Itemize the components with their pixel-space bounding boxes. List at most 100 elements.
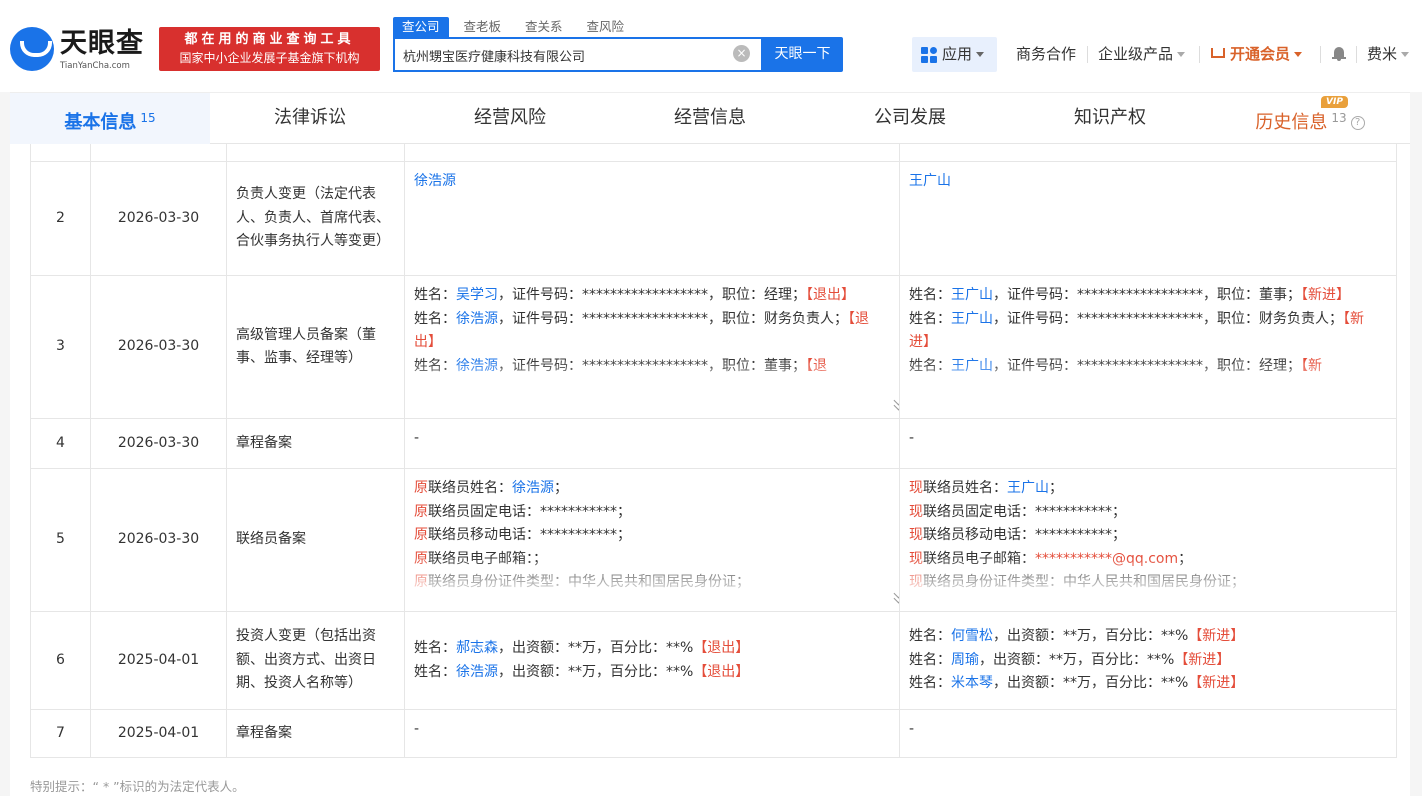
person-link[interactable]: 徐浩源 [414, 173, 456, 189]
help-icon[interactable]: ? [1350, 116, 1365, 130]
clear-icon[interactable]: × [733, 45, 750, 62]
grid-icon [921, 47, 937, 63]
after-change: 现联络员姓名：王广山； 现联络员固定电话：***********； 现联络员移动… [900, 469, 1397, 611]
row-number: 7 [30, 710, 91, 757]
before-change: 姓名：郝志森，出资额：**万，百分比：**%【退出】 姓名：徐浩源，出资额：**… [405, 612, 900, 709]
before-change: 原联络员姓名：徐浩源； 原联络员固定电话：***********； 原联络员移动… [405, 469, 900, 611]
row-number: 3 [30, 276, 91, 418]
after-change: - [900, 710, 1397, 757]
change-date: 2026-03-30 [91, 469, 227, 611]
person-link[interactable]: 徐浩源 [456, 358, 498, 374]
main-content: 2 2026-03-30 负责人变更（法定代表人、负责人、首席代表、合伙事务执行… [10, 144, 1410, 796]
tab-label: 历史信息 [1255, 112, 1328, 133]
table-row [30, 144, 1397, 162]
search-tab-risk[interactable]: 查风险 [578, 17, 634, 37]
apps-menu[interactable]: 应用 [912, 37, 997, 72]
person-link[interactable]: 吴学习 [456, 287, 498, 303]
person-link[interactable]: 何雪松 [951, 628, 993, 644]
apps-label: 应用 [942, 45, 973, 63]
tab-basic-info[interactable]: 基本信息 15 [10, 93, 210, 144]
tab-legal[interactable]: 法律诉讼 [210, 93, 410, 144]
exit-tag: 【退出】 [693, 640, 750, 656]
logo[interactable]: 天眼查 TianYanCha.com [10, 27, 150, 75]
change-date: 2025-04-01 [91, 710, 227, 757]
expand-icon[interactable] [893, 592, 899, 604]
new-tag: 【新进】 [1188, 675, 1245, 692]
search-box: × [393, 37, 763, 72]
person-link[interactable]: 周瑜 [951, 652, 979, 668]
slogan-banner[interactable]: 都在用的商业查询工具 国家中小企业发展子基金旗下机构 [159, 27, 380, 71]
change-date: 2026-03-30 [91, 419, 227, 468]
email-value: ***********@qq.com [1035, 550, 1179, 567]
nav-divider [1087, 46, 1088, 63]
before-change: 姓名：吴学习，证件号码：******************，职位：经理；【退出… [405, 276, 900, 418]
exit-tag: 【退出】 [806, 287, 855, 303]
nav-divider [1199, 46, 1200, 63]
tab-development[interactable]: 公司发展 [810, 93, 1010, 144]
crown-icon [1211, 47, 1225, 58]
business-link[interactable]: 商务合作 [1016, 37, 1076, 72]
change-item: 章程备案 [227, 419, 405, 468]
new-tag: 【新进】 [1188, 628, 1245, 645]
person-link[interactable]: 徐浩源 [456, 664, 498, 680]
chevron-down-icon [1401, 52, 1410, 57]
enterprise-menu[interactable]: 企业级产品 [1098, 37, 1186, 72]
search-type-tabs: 查公司 查老板 查关系 查风险 [393, 17, 639, 37]
person-link[interactable]: 徐浩源 [512, 480, 554, 496]
bell-icon[interactable] [1332, 46, 1346, 61]
person-link[interactable]: 王广山 [951, 311, 993, 327]
row-number: 4 [30, 419, 91, 468]
after-change: 姓名：王广山，证件号码：******************，职位：董事；【新进… [900, 276, 1397, 418]
nav-divider [1356, 46, 1357, 63]
vip-label: 开通会员 [1230, 45, 1291, 63]
change-item: 投资人变更（包括出资额、出资方式、出资日期、投资人名称等） [227, 612, 405, 709]
chevron-down-icon [1177, 52, 1186, 57]
after-change: - [900, 419, 1397, 468]
user-menu[interactable]: 费米 [1367, 37, 1410, 72]
change-date: 2026-03-30 [91, 162, 227, 275]
footnote: 特别提示：“ * ”标识的为法定代表人。 [30, 779, 245, 794]
before-change: - [405, 710, 900, 757]
row-number: 6 [30, 612, 91, 709]
person-link[interactable]: 王广山 [951, 358, 993, 374]
person-link[interactable]: 王广山 [951, 287, 993, 303]
after-change: 王广山 [900, 162, 1397, 275]
person-link[interactable]: 郝志森 [456, 640, 498, 656]
person-link[interactable]: 米本琴 [951, 675, 993, 691]
tab-count: 13 [1331, 111, 1347, 125]
new-tag: 【新 [1301, 357, 1322, 374]
search-button[interactable]: 天眼一下 [762, 37, 843, 72]
table-row: 3 2026-03-30 高级管理人员备案（董事、监事、经理等） 姓名：吴学习，… [30, 276, 1397, 419]
table-row: 5 2026-03-30 联络员备案 原联络员姓名：徐浩源； 原联络员固定电话：… [30, 469, 1397, 612]
tab-history[interactable]: 历史信息 13? [1210, 93, 1410, 144]
slogan-line-1: 都在用的商业查询工具 [184, 32, 355, 47]
vip-menu[interactable]: 开通会员 [1211, 37, 1303, 72]
logo-icon [10, 27, 54, 71]
row-number: 2 [30, 162, 91, 275]
tab-ip[interactable]: 知识产权 [1010, 93, 1210, 144]
slogan-line-2: 国家中小企业发展子基金旗下机构 [179, 51, 360, 65]
change-date: 2026-03-30 [91, 276, 227, 418]
search-input[interactable] [403, 46, 723, 64]
section-tabs: 基本信息 15 法律诉讼 经营风险 经营信息 公司发展 知识产权 历史信息 13? … [10, 92, 1410, 144]
before-change: 徐浩源 [405, 162, 900, 275]
search-tab-boss[interactable]: 查老板 [455, 17, 511, 37]
top-bar: 天眼查 TianYanCha.com 都在用的商业查询工具 国家中小企业发展子基… [0, 0, 1422, 92]
tab-operating-risk[interactable]: 经营风险 [410, 93, 610, 144]
tab-operating-info[interactable]: 经营信息 [610, 93, 810, 144]
nav-divider [1320, 46, 1321, 63]
person-link[interactable]: 徐浩源 [456, 311, 498, 327]
table-row: 7 2025-04-01 章程备案 - - [30, 710, 1397, 758]
person-link[interactable]: 王广山 [1007, 480, 1049, 496]
enterprise-label: 企业级产品 [1098, 45, 1174, 63]
change-item: 高级管理人员备案（董事、监事、经理等） [227, 276, 405, 418]
change-item: 负责人变更（法定代表人、负责人、首席代表、合伙事务执行人等变更） [227, 162, 405, 275]
search-tab-relation[interactable]: 查关系 [516, 17, 572, 37]
search-tab-company[interactable]: 查公司 [393, 17, 449, 37]
user-name: 费米 [1367, 45, 1398, 63]
expand-icon[interactable] [893, 399, 899, 411]
before-change: - [405, 419, 900, 468]
exit-tag: 【退出】 [693, 663, 750, 680]
person-link[interactable]: 王广山 [909, 173, 951, 189]
logo-name: 天眼查 [60, 28, 144, 59]
